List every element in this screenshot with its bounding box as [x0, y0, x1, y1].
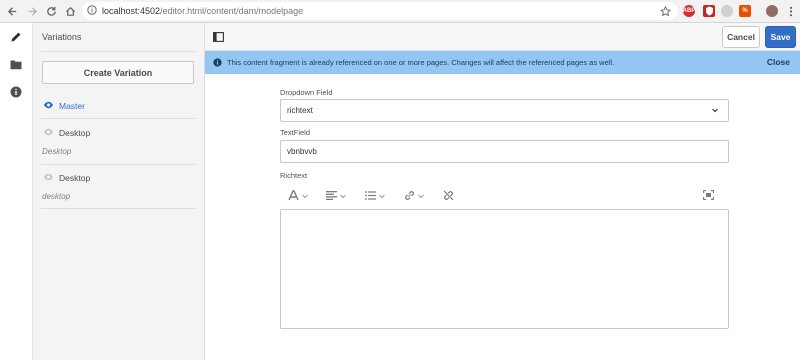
alert-message: This content fragment is already referen…	[227, 58, 615, 67]
folder-icon[interactable]	[9, 57, 23, 71]
chevron-down-icon	[379, 192, 385, 201]
browser-toolbar: localhost:4502/editor.html/content/dam/m…	[0, 0, 800, 23]
browser-menu-icon[interactable]	[783, 3, 799, 19]
textfield-value: vbnbvvb	[287, 147, 317, 156]
bookmark-star-icon[interactable]	[657, 3, 673, 19]
forward-icon[interactable]	[24, 3, 40, 19]
info-icon[interactable]	[87, 5, 97, 17]
paragraph-align-dropdown[interactable]	[326, 187, 346, 205]
link-icon	[404, 190, 415, 203]
divider	[41, 164, 195, 165]
info-alert: This content fragment is already referen…	[205, 51, 800, 74]
font-size-icon	[288, 189, 299, 203]
reload-icon[interactable]	[43, 3, 59, 19]
save-button[interactable]: Save	[765, 26, 796, 48]
back-icon[interactable]	[4, 3, 20, 19]
cancel-button[interactable]: Cancel	[722, 26, 760, 48]
shield-extension-icon[interactable]	[703, 5, 715, 17]
variation-label: Master	[59, 101, 85, 111]
divider	[41, 51, 195, 52]
profile-avatar[interactable]	[766, 5, 778, 17]
eye-icon	[43, 128, 54, 138]
align-left-icon	[326, 190, 337, 202]
info-circle-icon[interactable]	[9, 85, 23, 99]
link-dropdown[interactable]	[404, 187, 424, 205]
variations-panel: Variations Create Variation Master Deskt…	[33, 23, 205, 360]
toggle-side-panel-icon[interactable]	[213, 32, 224, 44]
adblock-extension-icon[interactable]: ABP	[683, 5, 695, 17]
home-icon[interactable]	[62, 3, 78, 19]
chevron-down-icon	[302, 192, 308, 201]
chevron-down-icon	[418, 192, 424, 201]
dropdown-field-label: Dropdown Field	[280, 88, 333, 97]
address-bar[interactable]: localhost:4502/editor.html/content/dam/m…	[82, 2, 678, 20]
chevron-down-icon	[340, 192, 346, 201]
alert-close-button[interactable]: Close	[767, 57, 790, 67]
fullscreen-button[interactable]	[703, 187, 714, 205]
info-icon	[213, 58, 222, 69]
textfield-label: TextField	[280, 128, 311, 137]
bulleted-list-icon	[365, 190, 376, 202]
create-variation-button[interactable]: Create Variation	[42, 61, 194, 84]
url-path: /editor.html/content/dam/modelpage	[160, 6, 304, 16]
text-format-dropdown[interactable]	[288, 187, 308, 205]
variation-description: Desktop	[42, 147, 72, 156]
eye-icon	[43, 173, 54, 183]
richtext-editor[interactable]	[280, 209, 729, 329]
chevron-down-icon	[711, 106, 719, 116]
fullscreen-icon	[703, 190, 714, 202]
action-bar: Cancel Save	[205, 23, 800, 51]
url-host: localhost:4502	[102, 6, 161, 16]
variation-label: Desktop	[59, 173, 91, 183]
eye-icon	[43, 101, 54, 111]
panel-title: Variations	[42, 32, 82, 42]
variation-label: Desktop	[59, 128, 91, 138]
extension-orange-icon[interactable]: %	[739, 5, 751, 17]
variation-description: desktop	[42, 192, 71, 201]
dropdown-value: richtext	[287, 106, 313, 115]
extension-grey-icon[interactable]	[721, 5, 733, 17]
divider	[41, 208, 195, 209]
url-text: localhost:4502/editor.html/content/dam/m…	[102, 6, 303, 16]
fragment-editor: Dropdown Field richtext TextField vbnbvv…	[205, 74, 800, 360]
list-dropdown[interactable]	[365, 187, 385, 205]
unlink-button[interactable]	[443, 187, 454, 205]
side-rail	[0, 23, 33, 360]
textfield-input[interactable]: vbnbvvb	[280, 140, 729, 163]
richtext-toolbar	[280, 187, 729, 205]
unlink-icon	[443, 190, 454, 203]
edit-pencil-icon[interactable]	[9, 30, 23, 44]
dropdown-field-select[interactable]: richtext	[280, 99, 729, 122]
divider	[41, 118, 195, 119]
richtext-label: Richtext	[280, 171, 308, 180]
